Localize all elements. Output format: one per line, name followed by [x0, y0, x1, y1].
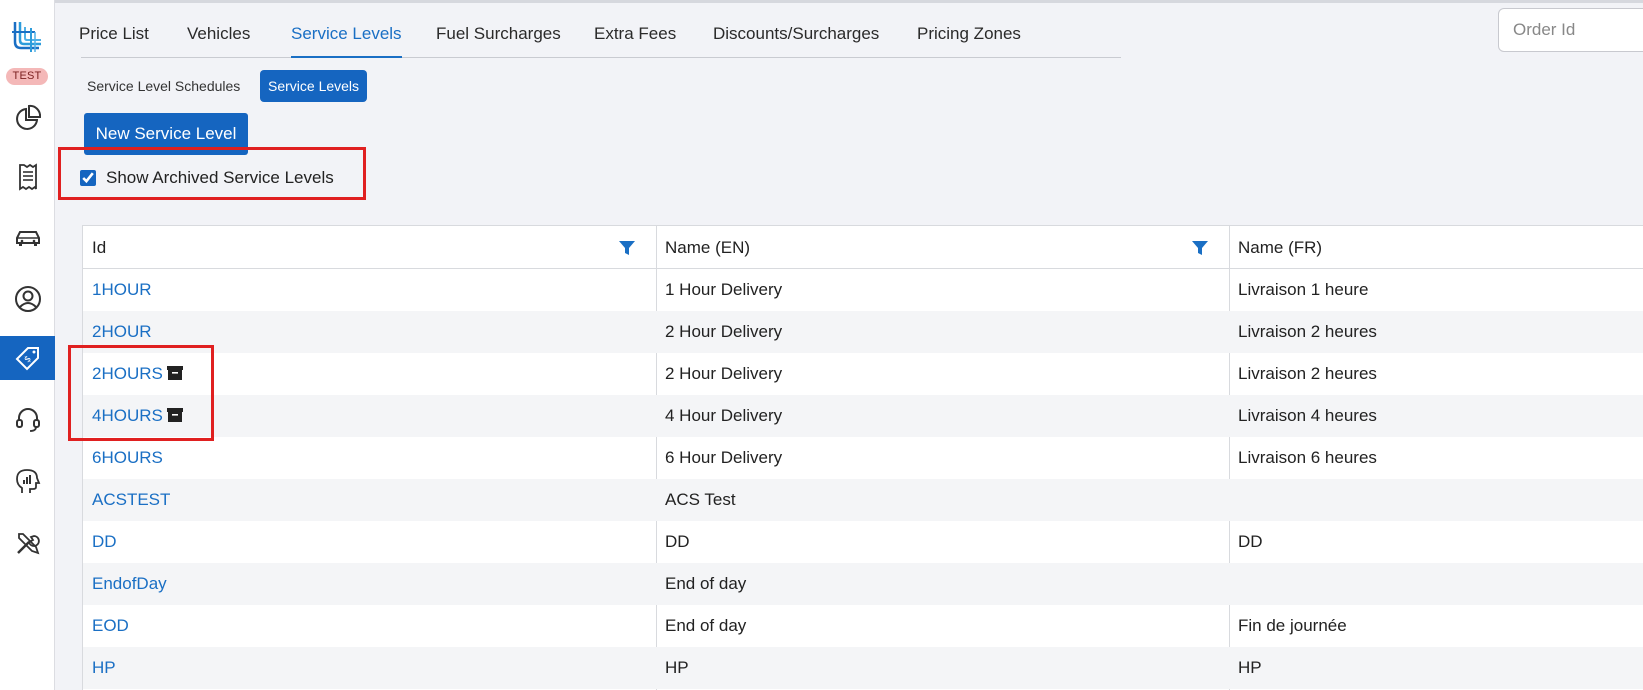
car-icon — [15, 231, 40, 246]
service-level-name-fr: Livraison 4 heures — [1238, 406, 1377, 425]
table-row: 6HOURS 6 Hour Delivery Livraison 6 heures — [83, 437, 1643, 479]
app-logo-icon[interactable] — [9, 18, 45, 54]
table-row: 2HOUR 2 Hour Delivery Livraison 2 heures — [83, 311, 1643, 353]
service-level-id: 1HOUR — [92, 280, 152, 299]
service-level-id-link[interactable]: HP — [83, 647, 116, 689]
filter-icon[interactable] — [618, 239, 636, 257]
service-level-id-link[interactable]: DD — [83, 521, 117, 563]
table-row: EndofDay End of day — [83, 563, 1643, 605]
table-row: 2HOURS 2 Hour Delivery Livraison 2 heures — [83, 353, 1643, 395]
service-levels-table: Id Name (EN) Name (FR) 1HOUR 1 Hour Deliv… — [82, 225, 1643, 690]
receipt-icon — [18, 163, 37, 191]
service-level-name-en: 1 Hour Delivery — [665, 280, 783, 299]
service-level-name-fr: Livraison 2 heures — [1238, 364, 1377, 383]
tab-extra-fees[interactable]: Extra Fees — [594, 24, 676, 58]
service-level-id-link[interactable]: 4HOURS — [83, 395, 183, 437]
service-level-id: HP — [92, 658, 116, 677]
pricing-tabs: Price List Vehicles Service Levels Fuel … — [79, 3, 1121, 58]
analytics-head-icon — [15, 469, 40, 493]
service-level-name-en: 4 Hour Delivery — [665, 406, 783, 425]
table-header: Id Name (EN) Name (FR) — [83, 226, 1643, 269]
nav-support[interactable] — [0, 398, 55, 442]
service-level-id-link[interactable]: 2HOUR — [83, 311, 152, 353]
tab-fuel-surcharges[interactable]: Fuel Surcharges — [436, 24, 561, 58]
service-level-name-en: End of day — [665, 616, 747, 635]
subtab-service-levels[interactable]: Service Levels — [260, 70, 368, 102]
service-level-id: 4HOURS — [92, 406, 163, 425]
service-level-id-link[interactable]: EOD — [83, 605, 129, 647]
tab-service-levels[interactable]: Service Levels — [291, 24, 402, 58]
show-archived-toggle[interactable]: Show Archived Service Levels — [80, 163, 334, 193]
table-row: EOD End of day Fin de journée — [83, 605, 1643, 647]
service-level-name-en: DD — [665, 532, 690, 551]
sidebar: TEST $ — [0, 0, 55, 690]
nav-orders[interactable] — [0, 155, 55, 199]
tools-icon — [16, 533, 40, 555]
headset-icon — [15, 408, 40, 432]
service-level-id: DD — [92, 532, 117, 551]
service-level-name-en: HP — [665, 658, 689, 677]
service-level-name-fr: Fin de journée — [1238, 616, 1347, 635]
nav-pricing[interactable]: $ — [0, 336, 55, 380]
nav-dashboard[interactable] — [0, 96, 55, 140]
subtab-service-level-schedules[interactable]: Service Level Schedules — [79, 70, 248, 102]
filter-icon[interactable] — [1191, 239, 1209, 257]
pie-chart-icon — [15, 104, 41, 130]
service-level-id-link[interactable]: 2HOURS — [83, 353, 183, 395]
service-level-name-fr: HP — [1238, 658, 1262, 677]
service-level-name-fr: Livraison 2 heures — [1238, 322, 1377, 341]
archive-box-icon — [166, 365, 183, 380]
show-archived-label: Show Archived Service Levels — [106, 168, 334, 187]
user-circle-icon — [14, 286, 41, 312]
price-tag-icon: $ — [15, 347, 39, 371]
tab-discounts-surcharges[interactable]: Discounts/Surcharges — [713, 24, 879, 58]
table-row: HP HP HP — [83, 647, 1643, 689]
column-header-name-en[interactable]: Name (EN) — [656, 226, 750, 269]
service-level-name-en: 2 Hour Delivery — [665, 322, 783, 341]
show-archived-checkbox[interactable] — [80, 170, 96, 186]
service-level-name-fr: DD — [1238, 532, 1263, 551]
service-level-id: 2HOUR — [92, 322, 152, 341]
service-level-id-link[interactable]: 1HOUR — [83, 269, 152, 311]
service-level-name-en: End of day — [665, 574, 747, 593]
service-level-id: 2HOURS — [92, 364, 163, 383]
nav-vehicles[interactable] — [0, 216, 55, 260]
tab-vehicles[interactable]: Vehicles — [187, 24, 250, 58]
service-level-id-link[interactable]: EndofDay — [83, 563, 167, 605]
tab-pricing-zones[interactable]: Pricing Zones — [917, 24, 1021, 58]
archive-box-icon — [166, 407, 183, 422]
service-level-name-en: ACS Test — [665, 490, 736, 509]
nav-reports[interactable] — [0, 459, 55, 503]
table-row: ACSTEST ACS Test — [83, 479, 1643, 521]
service-level-name-en: 2 Hour Delivery — [665, 364, 783, 383]
nav-settings[interactable] — [0, 521, 55, 565]
environment-badge: TEST — [6, 68, 48, 85]
nav-customers[interactable] — [0, 277, 55, 321]
order-id-search-input[interactable] — [1498, 8, 1643, 52]
service-level-id-link[interactable]: 6HOURS — [83, 437, 163, 479]
table-row: DD DD DD — [83, 521, 1643, 563]
service-level-name-en: 6 Hour Delivery — [665, 448, 783, 467]
service-level-name-fr — [1229, 563, 1238, 605]
column-header-id[interactable]: Id — [83, 226, 106, 269]
service-level-id: EOD — [92, 616, 129, 635]
service-level-name-fr: Livraison 6 heures — [1238, 448, 1377, 467]
service-level-name-fr: Livraison 1 heure — [1238, 280, 1369, 299]
service-level-id: EndofDay — [92, 574, 167, 593]
service-level-id: 6HOURS — [92, 448, 163, 467]
service-level-id: ACSTEST — [92, 490, 171, 509]
table-row: 1HOUR 1 Hour Delivery Livraison 1 heure — [83, 269, 1643, 311]
tab-price-list[interactable]: Price List — [79, 24, 149, 58]
new-service-level-button[interactable]: New Service Level — [84, 113, 248, 155]
service-level-id-link[interactable]: ACSTEST — [83, 479, 170, 521]
table-row: 4HOURS 4 Hour Delivery Livraison 4 heures — [83, 395, 1643, 437]
column-header-name-fr[interactable]: Name (FR) — [1229, 226, 1322, 269]
service-level-name-fr — [1229, 479, 1238, 521]
main-content: Price List Vehicles Service Levels Fuel … — [55, 3, 1643, 690]
